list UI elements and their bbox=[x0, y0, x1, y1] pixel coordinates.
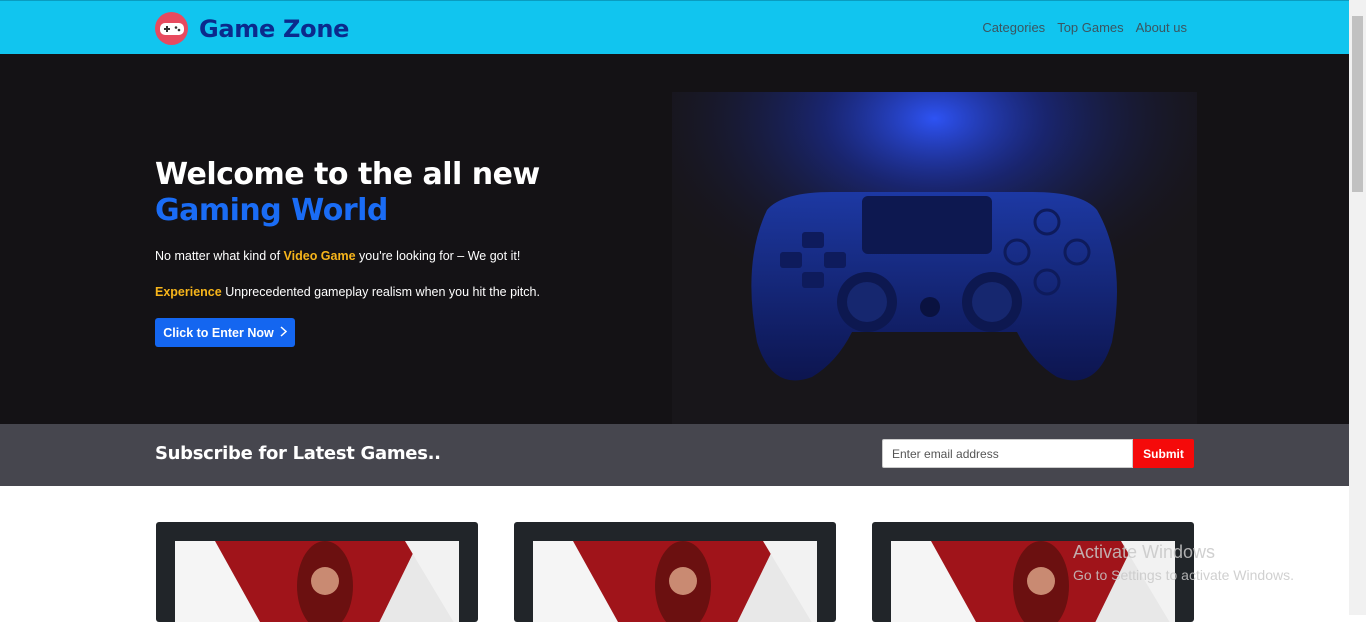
brand-link[interactable]: Game Zone bbox=[155, 12, 349, 45]
nav-link-categories[interactable]: Categories bbox=[982, 20, 1045, 35]
enter-now-label: Click to Enter Now bbox=[163, 325, 274, 340]
enter-now-button[interactable]: Click to Enter Now bbox=[155, 318, 295, 347]
hero-title-accent: Gaming World bbox=[155, 193, 388, 228]
hero-p2-highlight: Experience bbox=[155, 285, 222, 299]
brand-name: Game Zone bbox=[199, 14, 350, 43]
scrollbar-thumb[interactable] bbox=[1352, 16, 1363, 192]
hero-title: Welcome to the all new Gaming World bbox=[155, 157, 625, 229]
nav-link-about-us[interactable]: About us bbox=[1136, 20, 1187, 35]
subscribe-section: Subscribe for Latest Games.. Submit bbox=[0, 424, 1349, 486]
hero-p1-pre: No matter what kind of bbox=[155, 249, 284, 263]
chevron-right-icon bbox=[280, 325, 287, 340]
game-card-2[interactable] bbox=[514, 522, 836, 622]
hero-title-text: Welcome to the all new bbox=[155, 157, 540, 192]
hero-p1-highlight: Video Game bbox=[283, 249, 356, 263]
activate-windows-subtitle: Go to Settings to activate Windows. bbox=[1073, 567, 1294, 583]
nav-links: Categories Top Games About us bbox=[982, 20, 1187, 35]
gamepad-logo-icon bbox=[155, 12, 188, 45]
game-card-image bbox=[175, 541, 459, 622]
game-card-1[interactable] bbox=[156, 522, 478, 622]
hero-p1-post: you're looking for – We got it! bbox=[355, 249, 521, 263]
subscribe-title: Subscribe for Latest Games.. bbox=[155, 443, 441, 464]
activate-windows-title: Activate Windows bbox=[1073, 542, 1216, 562]
hero-paragraph-1: No matter what kind of Video Game you're… bbox=[155, 249, 520, 263]
email-input[interactable] bbox=[882, 439, 1133, 468]
nav-link-top-games[interactable]: Top Games bbox=[1057, 20, 1123, 35]
hero-p2-post: Unprecedented gameplay realism when you … bbox=[221, 285, 540, 299]
game-card-image bbox=[533, 541, 817, 622]
navbar: Game Zone Categories Top Games About us bbox=[0, 0, 1349, 54]
gamepad-hero-image bbox=[672, 92, 1197, 424]
page-scrollbar[interactable] bbox=[1349, 0, 1366, 615]
hero-section: Welcome to the all new Gaming World No m… bbox=[0, 54, 1349, 424]
submit-button[interactable]: Submit bbox=[1133, 439, 1194, 468]
hero-paragraph-2: Experience Unprecedented gameplay realis… bbox=[155, 285, 540, 299]
